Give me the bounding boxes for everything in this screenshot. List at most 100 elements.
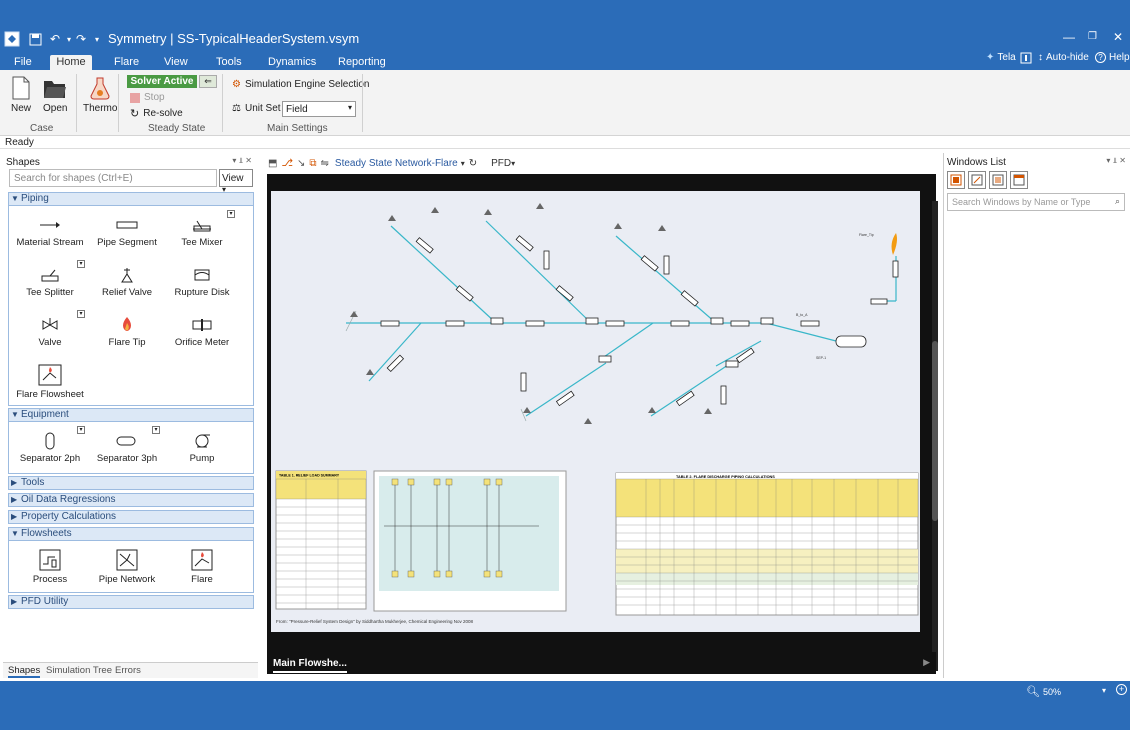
thermo-flask-icon bbox=[90, 77, 110, 100]
tab-dynamics[interactable]: Dynamics bbox=[262, 55, 322, 70]
tab-file[interactable]: File bbox=[8, 55, 38, 70]
unit-set-select[interactable]: Field ▾ bbox=[282, 101, 356, 117]
tab-reporting[interactable]: Reporting bbox=[332, 55, 392, 70]
tab-scroll-right-icon[interactable]: ▶ bbox=[923, 657, 930, 668]
ribbon-separator bbox=[118, 74, 119, 132]
section-oil-data-regressions[interactable]: ▶ Oil Data Regressions bbox=[8, 493, 254, 507]
zoom-level[interactable]: 50% bbox=[1043, 687, 1061, 697]
shape-material-stream[interactable]: Material Stream bbox=[9, 216, 91, 248]
tela-button[interactable]: ✦ Tela bbox=[986, 52, 1016, 63]
shape-tee-mixer[interactable]: Tee Mixer bbox=[161, 216, 243, 248]
tab-view[interactable]: View bbox=[158, 55, 194, 70]
section-equipment[interactable]: ▼ Equipment bbox=[8, 408, 254, 422]
tab-main-flowsheet[interactable]: Main Flowshe... bbox=[273, 658, 347, 673]
save-icon[interactable] bbox=[26, 30, 44, 48]
solver-active-toggle[interactable]: Solver Active bbox=[127, 75, 197, 88]
shape-flare-tip[interactable]: Flare Tip bbox=[86, 316, 168, 348]
windows-list-icon[interactable] bbox=[989, 171, 1007, 189]
tee-mixer-dropdown-icon[interactable]: ▾ bbox=[227, 210, 235, 218]
customize-qa-icon[interactable]: ▾ bbox=[88, 30, 106, 48]
auto-hide-button[interactable]: ↕ Auto-hide bbox=[1038, 52, 1089, 63]
group-main-settings-label: Main Settings bbox=[267, 123, 328, 134]
section-pfd-utility[interactable]: ▶ PFD Utility bbox=[8, 595, 254, 609]
collapse-icon: ▼ bbox=[11, 410, 19, 419]
solver-toggle-icon[interactable]: ⇐ bbox=[199, 75, 217, 88]
separator-2ph-dropdown-icon[interactable]: ▾ bbox=[77, 426, 85, 434]
panel-controls-icon[interactable]: ▾ ⫫ ✕ bbox=[1106, 156, 1126, 166]
shapes-search-input[interactable]: Search for shapes (Ctrl+E) bbox=[9, 169, 217, 187]
shape-orifice-meter[interactable]: Orifice Meter bbox=[161, 316, 243, 348]
tree-icon[interactable]: ⧉ bbox=[309, 158, 316, 169]
section-property-calculations[interactable]: ▶ Property Calculations bbox=[8, 510, 254, 524]
zoom-icon[interactable]: 🔍︎ bbox=[1026, 685, 1040, 698]
valve-dropdown-icon[interactable]: ▾ bbox=[77, 310, 85, 318]
tee-mixer-icon bbox=[191, 216, 213, 234]
shape-rupture-disk[interactable]: Rupture Disk bbox=[161, 266, 243, 298]
tab-simulation-tree[interactable]: Simulation Tree bbox=[46, 665, 112, 676]
thermo-button[interactable]: Thermo bbox=[83, 76, 117, 114]
status-bar: 🔍︎ 50% ▾ + bbox=[0, 681, 1130, 730]
shape-flare-flowsheet[interactable]: Flare Flowsheet bbox=[9, 364, 91, 400]
view-dropdown[interactable]: View ▾ bbox=[219, 169, 253, 194]
vertical-scrollbar[interactable] bbox=[932, 201, 938, 671]
shape-pipe-network[interactable]: Pipe Network bbox=[86, 549, 168, 585]
scroll-thumb[interactable] bbox=[932, 341, 938, 521]
restore-icon[interactable]: ❐ bbox=[1088, 31, 1097, 42]
resolve-button[interactable]: ↻ Re-solve bbox=[130, 107, 183, 120]
separator-3ph-dropdown-icon[interactable]: ▾ bbox=[152, 426, 160, 434]
panel-controls-icon[interactable]: ▾ ⫫ ✕ bbox=[232, 156, 252, 166]
flowsheet-drawing[interactable]: Flare_Tip SEP-1 B_to_A TABLE 1. RELIEF LOA… bbox=[271, 191, 920, 632]
chevron-down-icon: ▾ bbox=[511, 158, 516, 168]
section-tools[interactable]: ▶ Tools bbox=[8, 476, 254, 490]
branch-icon[interactable]: ⇋ bbox=[321, 158, 329, 169]
tee-splitter-dropdown-icon[interactable]: ▾ bbox=[77, 260, 85, 268]
info-icon[interactable] bbox=[1020, 52, 1032, 64]
navigate-icon[interactable]: ↘ bbox=[297, 158, 305, 169]
network-selector[interactable]: Steady State Network-Flare bbox=[335, 158, 458, 169]
tab-flare[interactable]: Flare bbox=[108, 55, 145, 70]
shape-flare[interactable]: Flare bbox=[161, 549, 243, 585]
title-bar: ↶ ▾ ↷ ▾ Symmetry | SS-TypicalHeaderSyste… bbox=[0, 0, 1130, 54]
windows-cascade-icon[interactable] bbox=[968, 171, 986, 189]
pipe-network-icon bbox=[116, 549, 138, 571]
shape-tee-splitter[interactable]: Tee Splitter bbox=[9, 266, 91, 298]
left-panel-tabs: Shapes Simulation Tree Errors bbox=[3, 662, 258, 678]
search-icon[interactable]: ⌕ bbox=[1115, 196, 1120, 207]
status-text: Ready bbox=[0, 137, 1130, 149]
minimize-icon[interactable]: — bbox=[1063, 30, 1075, 44]
windows-tile-icon[interactable] bbox=[947, 171, 965, 189]
shape-relief-valve[interactable]: Relief Valve bbox=[86, 266, 168, 298]
shape-separator-3ph[interactable]: Separator 3ph bbox=[86, 432, 168, 464]
windows-close-all-icon[interactable] bbox=[1010, 171, 1028, 189]
zoom-in-icon[interactable]: + bbox=[1116, 684, 1127, 695]
shape-pump[interactable]: Pump bbox=[161, 432, 243, 464]
shape-process[interactable]: Process bbox=[9, 549, 91, 585]
home-flowsheet-icon[interactable]: ⬒ bbox=[268, 158, 277, 169]
zoom-dropdown-icon[interactable]: ▾ bbox=[1102, 686, 1106, 695]
network-icon[interactable]: ⎇ bbox=[281, 158, 293, 169]
shape-separator-2ph[interactable]: Separator 2ph bbox=[9, 432, 91, 464]
shape-pipe-segment[interactable]: Pipe Segment bbox=[86, 216, 168, 248]
tab-shapes[interactable]: Shapes bbox=[8, 665, 41, 678]
windows-search-input[interactable]: Search Windows by Name or Type bbox=[947, 193, 1125, 211]
pfd-selector[interactable]: PFD▾ bbox=[491, 158, 515, 169]
chevron-down-icon[interactable]: ▾ bbox=[461, 159, 465, 168]
tab-errors[interactable]: Errors bbox=[115, 665, 141, 676]
stop-button[interactable]: Stop bbox=[130, 92, 165, 103]
open-button[interactable]: Open bbox=[43, 76, 67, 114]
flame-icon bbox=[116, 316, 138, 334]
shape-valve[interactable]: Valve bbox=[9, 316, 91, 348]
svg-text:TABLE 2. FLARE DISCHARGE PIPIN: TABLE 2. FLARE DISCHARGE PIPING CALCULAT… bbox=[676, 475, 775, 479]
refresh-icon[interactable]: ↻ bbox=[469, 158, 477, 169]
close-icon[interactable]: ✕ bbox=[1113, 30, 1123, 44]
flare-network-diagram: Flare_Tip SEP-1 B_to_A TABLE 1. RELIEF LOA… bbox=[275, 203, 919, 624]
tab-tools[interactable]: Tools bbox=[210, 55, 248, 70]
help-button[interactable]: ? Help bbox=[1095, 52, 1130, 63]
pfd-canvas[interactable]: Flare_Tip SEP-1 B_to_A TABLE 1. RELIEF LOA… bbox=[267, 174, 938, 671]
section-flowsheets[interactable]: ▼ Flowsheets bbox=[8, 527, 254, 541]
new-button[interactable]: New bbox=[10, 76, 32, 114]
section-piping[interactable]: ▼ Piping bbox=[8, 192, 254, 206]
tab-home[interactable]: Home bbox=[50, 55, 92, 70]
engine-selection-button[interactable]: ⚙ Simulation Engine Selection bbox=[232, 79, 370, 90]
equipment-shapes-box: Separator 2ph ▾ Separator 3ph ▾ Pump bbox=[8, 422, 254, 474]
